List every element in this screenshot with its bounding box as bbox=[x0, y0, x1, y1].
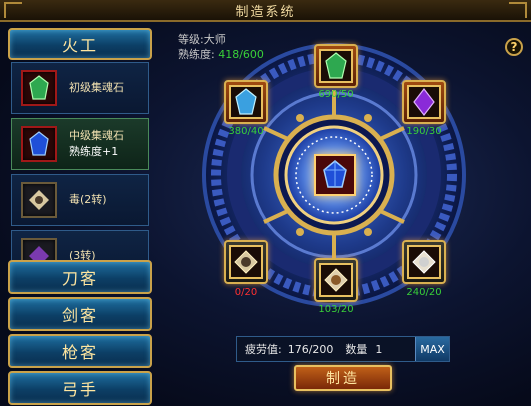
help-button[interactable]: ? bbox=[505, 38, 523, 56]
recipe-icon-slot bbox=[21, 182, 57, 218]
purple-crystal-icon bbox=[413, 88, 435, 116]
material-count-left-bottom: 0/20 bbox=[234, 287, 258, 298]
green-crystal-icon bbox=[325, 52, 347, 79]
max-button[interactable]: MAX bbox=[415, 337, 449, 361]
material-slot-right-top[interactable] bbox=[402, 80, 446, 124]
material-count-bottom: 103/20 bbox=[318, 304, 354, 315]
category-label: 刀客 bbox=[61, 269, 98, 288]
tan-stone-icon bbox=[234, 250, 258, 274]
craft-info: 等级:大师 熟练度: 418/600 bbox=[178, 32, 264, 62]
proficiency-row: 熟练度: 418/600 bbox=[178, 47, 264, 62]
recipe-item[interactable]: 初级集魂石 bbox=[11, 62, 149, 114]
result-slot[interactable] bbox=[314, 154, 356, 196]
crafting-window: 制造系统 690/50 380/40 190/30 0/20 103/20 24… bbox=[0, 0, 531, 406]
fatigue-value: 176/200 bbox=[287, 342, 334, 356]
green-gem-icon bbox=[29, 75, 49, 100]
fatigue-label: 疲劳值: bbox=[245, 343, 282, 356]
recipe-name: 毒(2转) bbox=[69, 193, 107, 206]
category-label: 弓手 bbox=[61, 380, 98, 399]
help-icon: ? bbox=[510, 40, 518, 54]
brown-stone-icon bbox=[324, 268, 348, 292]
recipe-icon-slot bbox=[21, 70, 57, 106]
blue-gem-icon bbox=[323, 160, 347, 188]
category-label: 火工 bbox=[61, 36, 98, 55]
material-count-right-top: 190/30 bbox=[406, 126, 442, 137]
max-label: MAX bbox=[420, 342, 445, 356]
material-slot-bottom[interactable] bbox=[314, 258, 358, 302]
recipe-name: 中级集魂石 bbox=[69, 129, 124, 142]
category-label: 剑客 bbox=[61, 306, 98, 325]
material-slot-right-bottom[interactable] bbox=[402, 240, 446, 284]
category-tab-blade[interactable]: 刀客 bbox=[8, 260, 152, 294]
blue-gem-icon bbox=[29, 131, 49, 156]
recipe-list: 初级集魂石 中级集魂石 熟练度+1 毒(2转) (3转) bbox=[8, 62, 152, 262]
make-button[interactable]: 制造 bbox=[294, 365, 392, 391]
quantity-input[interactable]: 1 bbox=[375, 343, 397, 356]
quantity-label: 数量 bbox=[345, 343, 368, 356]
category-tab-sword[interactable]: 剑客 bbox=[8, 297, 152, 331]
white-stone-icon bbox=[412, 250, 436, 274]
fatigue-quantity-bar: 疲劳值: 176/200 数量 1 MAX bbox=[236, 336, 450, 362]
level-label: 等级: bbox=[178, 33, 204, 46]
make-label: 制造 bbox=[326, 371, 360, 387]
recipe-icon-slot bbox=[21, 126, 57, 162]
recipe-item[interactable]: (3转) bbox=[11, 230, 149, 262]
material-slot-top[interactable] bbox=[314, 44, 358, 88]
material-count-left-top: 380/40 bbox=[228, 126, 264, 137]
material-slot-left-top[interactable] bbox=[224, 80, 268, 124]
category-tab-active[interactable]: 火工 bbox=[8, 28, 152, 60]
tan-stone-icon bbox=[29, 190, 49, 210]
material-count-right-bottom: 240/20 bbox=[406, 287, 442, 298]
cyan-crystal-icon bbox=[235, 88, 257, 115]
recipe-item-selected[interactable]: 中级集魂石 熟练度+1 bbox=[11, 118, 149, 170]
category-tab-spear[interactable]: 枪客 bbox=[8, 334, 152, 368]
recipe-icon-slot bbox=[21, 238, 57, 262]
level-row: 等级:大师 bbox=[178, 32, 264, 47]
recipe-name: 初级集魂石 bbox=[69, 81, 124, 94]
recipe-item[interactable]: 毒(2转) bbox=[11, 174, 149, 226]
category-label: 枪客 bbox=[61, 343, 98, 362]
proficiency-label: 熟练度: bbox=[178, 48, 215, 61]
material-slot-left-bottom[interactable] bbox=[224, 240, 268, 284]
material-count-top: 690/50 bbox=[318, 89, 354, 100]
category-tab-archer[interactable]: 弓手 bbox=[8, 371, 152, 405]
proficiency-value: 418/600 bbox=[218, 48, 264, 61]
recipe-sub: 熟练度+1 bbox=[69, 145, 119, 158]
level-value: 大师 bbox=[203, 33, 226, 46]
